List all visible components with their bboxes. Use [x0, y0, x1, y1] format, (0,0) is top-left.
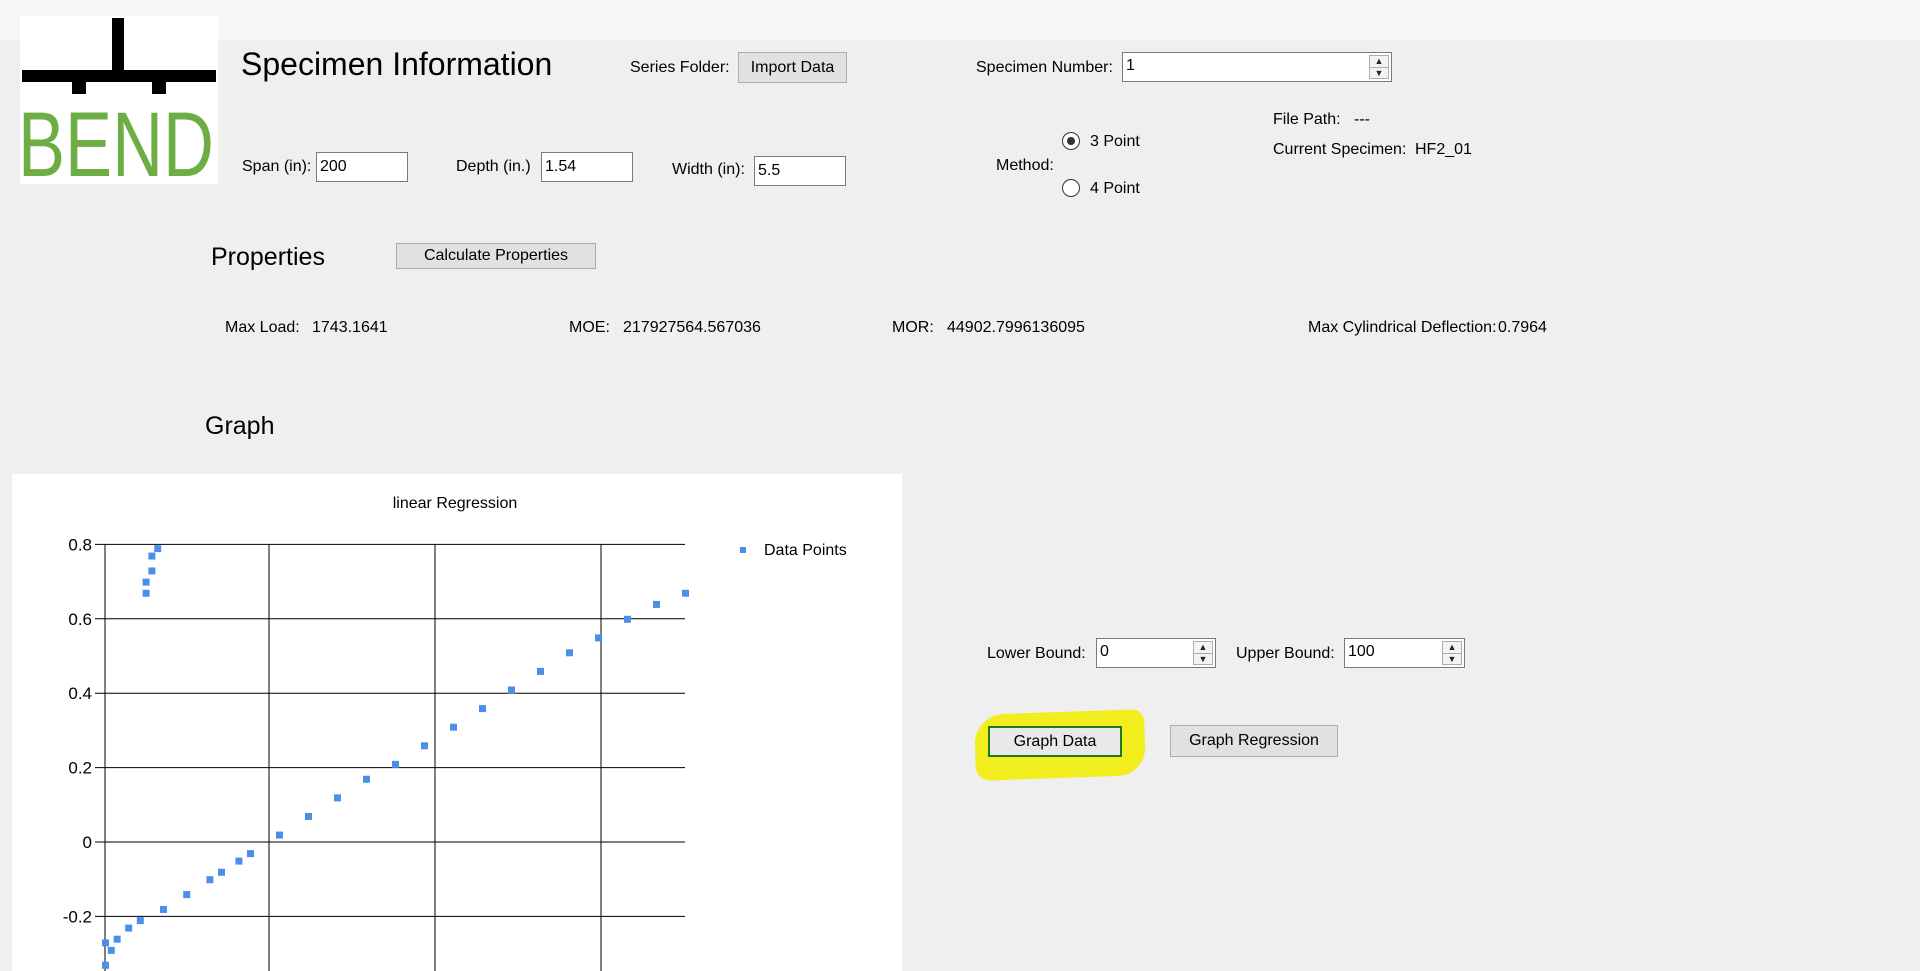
- mor-value: 44902.7996136095: [947, 319, 1085, 336]
- chart-data-point: [218, 868, 225, 876]
- chart-data-point: [125, 924, 133, 932]
- mor-label: MOR:: [892, 319, 934, 336]
- lower-bound-input[interactable]: [1099, 641, 1191, 663]
- file-path-value: ---: [1354, 111, 1370, 128]
- graph-regression-button[interactable]: Graph Regression: [1170, 725, 1338, 757]
- chart-svg: linear Regression 0.8 0.6 0.4 0.2 0 -0.2 Data…: [63, 495, 847, 971]
- chart-data-point: [305, 812, 312, 820]
- legend-marker: [740, 547, 746, 553]
- chart-data-point: [479, 705, 486, 713]
- graph-data-button[interactable]: Graph Data: [988, 726, 1122, 757]
- current-specimen-value: HF2_01: [1415, 141, 1472, 158]
- lower-bound-label: Lower Bound:: [987, 645, 1086, 662]
- chart-data-point: [624, 615, 631, 623]
- chart-y-tick-label: -0.2: [63, 907, 92, 926]
- lower-bound-arrows[interactable]: ▲ ▼: [1193, 641, 1213, 665]
- max-deflection-value: 0.7964: [1498, 319, 1547, 336]
- spin-down-icon[interactable]: ▼: [1194, 654, 1212, 665]
- calculate-properties-button[interactable]: Calculate Properties: [396, 243, 596, 269]
- specimen-number-label: Specimen Number:: [976, 59, 1113, 76]
- span-label: Span (in):: [242, 158, 312, 175]
- chart-data-point: [206, 876, 214, 884]
- chart-y-tick-label: 0: [83, 833, 92, 852]
- method-4point-label[interactable]: 4 Point: [1090, 180, 1140, 198]
- width-label: Width (in):: [672, 161, 745, 178]
- lower-bound-spinner[interactable]: ▲ ▼: [1096, 638, 1216, 668]
- chart-y-tick-label: 0.4: [68, 684, 92, 703]
- max-load-value: 1743.1641: [312, 319, 388, 336]
- properties-title: Properties: [211, 243, 325, 271]
- chart-data-point: [276, 831, 283, 839]
- chart-data-point: [102, 961, 109, 969]
- width-input[interactable]: [754, 156, 846, 186]
- chart-title: linear Regression: [393, 495, 518, 512]
- chart-data-point: [148, 552, 156, 560]
- chart-data-point: [537, 667, 544, 675]
- title-strip: [0, 0, 1920, 40]
- upper-bound-arrows[interactable]: ▲ ▼: [1442, 641, 1462, 665]
- spin-up-icon[interactable]: ▲: [1370, 56, 1388, 68]
- chart-data-point: [450, 723, 457, 731]
- chart-data-point: [136, 917, 144, 925]
- max-load-label: Max Load:: [225, 319, 300, 336]
- chart-data-point: [595, 634, 602, 642]
- chart-data-point: [107, 946, 115, 954]
- moe-value: 217927564.567036: [623, 319, 761, 336]
- chart-panel[interactable]: linear Regression 0.8 0.6 0.4 0.2 0 -0.2 Data…: [12, 474, 902, 971]
- specimen-number-spinner[interactable]: ▲ ▼: [1122, 52, 1392, 82]
- upper-bound-label: Upper Bound:: [1236, 645, 1335, 662]
- method-4point-radio[interactable]: [1062, 179, 1080, 197]
- import-data-button[interactable]: Import Data: [738, 52, 847, 83]
- method-3point-label[interactable]: 3 Point: [1090, 133, 1140, 151]
- chart-data-point: [160, 905, 167, 913]
- radio-selected-dot: [1067, 137, 1075, 145]
- current-specimen-label: Current Specimen:: [1273, 141, 1407, 158]
- file-path-label: File Path:: [1273, 111, 1341, 128]
- chart-data-point: [508, 686, 515, 694]
- chart-data-point: [113, 935, 121, 943]
- chart-data-point: [154, 545, 162, 553]
- spin-down-icon[interactable]: ▼: [1443, 654, 1461, 665]
- series-folder-label: Series Folder:: [630, 59, 730, 76]
- chart-data-point: [682, 589, 689, 597]
- depth-label: Depth (in.): [456, 158, 531, 175]
- specimen-number-arrows[interactable]: ▲ ▼: [1369, 55, 1389, 79]
- max-deflection-label: Max Cylindrical Deflection:: [1308, 319, 1497, 336]
- specimen-info-title: Specimen Information: [241, 46, 553, 82]
- chart-data-point: [421, 742, 428, 750]
- spin-up-icon[interactable]: ▲: [1443, 642, 1461, 654]
- method-label: Method:: [996, 157, 1054, 174]
- spin-down-icon[interactable]: ▼: [1370, 68, 1388, 79]
- span-input[interactable]: [316, 152, 408, 182]
- bend-logo-icon: BEND: [18, 18, 216, 196]
- graph-title: Graph: [205, 412, 275, 440]
- chart-data-point: [183, 891, 191, 899]
- chart-y-tick-label: 0.2: [68, 759, 92, 778]
- moe-label: MOE:: [569, 319, 610, 336]
- chart-data-point: [653, 600, 660, 608]
- chart-data-point: [148, 567, 156, 575]
- logo-text: BEND: [20, 94, 214, 184]
- chart-data-point: [142, 589, 150, 597]
- depth-input[interactable]: [541, 152, 633, 182]
- legend-label: Data Points: [764, 542, 847, 559]
- chart-data-point: [142, 578, 150, 586]
- chart-y-tick-label: 0.6: [68, 610, 92, 629]
- chart-data-point: [392, 760, 399, 768]
- upper-bound-input[interactable]: [1347, 641, 1439, 663]
- chart-data-point: [235, 857, 243, 865]
- bend-logo: BEND: [18, 16, 218, 196]
- specimen-number-input[interactable]: [1125, 55, 1357, 77]
- chart-y-tick-label: 0.8: [68, 535, 92, 554]
- spin-up-icon[interactable]: ▲: [1194, 642, 1212, 654]
- chart-data-point: [247, 850, 254, 858]
- upper-bound-spinner[interactable]: ▲ ▼: [1344, 638, 1465, 668]
- chart-data-point: [363, 775, 370, 783]
- chart-data-point: [334, 794, 341, 802]
- chart-data-point: [566, 649, 573, 657]
- method-3point-radio[interactable]: [1062, 132, 1080, 150]
- chart-data-point: [102, 939, 109, 947]
